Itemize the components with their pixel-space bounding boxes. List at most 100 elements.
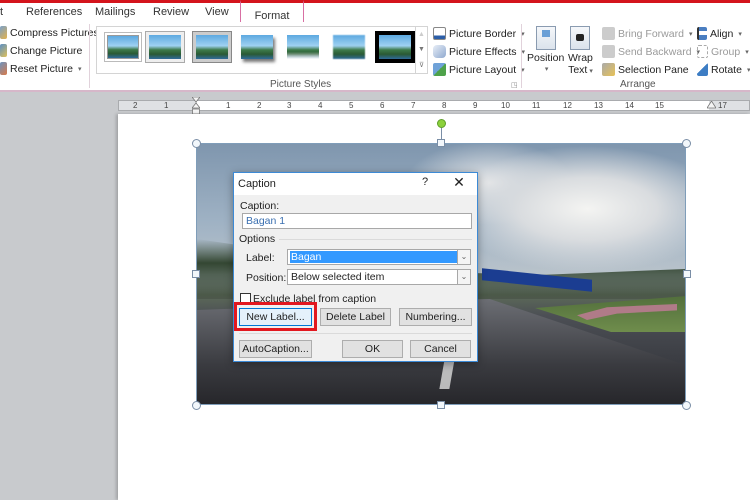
- ruler-number: 5: [349, 101, 354, 110]
- ruler-number: 13: [594, 101, 603, 110]
- reset-picture-button[interactable]: Reset Picture ▾: [0, 62, 82, 75]
- help-button[interactable]: ?: [418, 176, 432, 188]
- gallery-scroll-up-icon[interactable]: ▲: [418, 31, 425, 38]
- group-separator: [89, 24, 90, 88]
- ribbon: Compress Pictures Change Picture Reset P…: [0, 22, 750, 92]
- dropdown-arrow-icon: ▾: [738, 30, 742, 38]
- label-dropdown-arrow-icon[interactable]: ⌄: [457, 249, 471, 265]
- buttons-divider: [239, 333, 472, 334]
- ok-button[interactable]: OK: [342, 340, 403, 358]
- dropdown-arrow-icon: ▾: [589, 68, 593, 75]
- send-backward-button[interactable]: Send Backward ▾: [602, 45, 700, 58]
- dropdown-arrow-icon: ▾: [521, 48, 526, 56]
- ruler-number: 2: [133, 101, 138, 110]
- dropdown-arrow-icon: ▾: [745, 48, 749, 56]
- selection-pane-icon: [602, 63, 615, 76]
- resize-handle-right[interactable]: [683, 270, 691, 278]
- horizontal-ruler[interactable]: 2 1 1 2 3 4 5 6 7 8 9 10 11 12 13 14 15 …: [118, 100, 750, 111]
- resize-handle-bottom[interactable]: [437, 401, 445, 409]
- tab-mailings[interactable]: Mailings: [95, 6, 135, 18]
- resize-handle-top-left[interactable]: [192, 139, 201, 148]
- first-line-indent-marker[interactable]: [192, 97, 200, 115]
- tab-view[interactable]: View: [205, 6, 229, 18]
- right-indent-marker[interactable]: [707, 101, 716, 109]
- ruler-number: 1: [164, 101, 169, 110]
- tab-insert-partial[interactable]: t: [0, 6, 3, 18]
- picture-layout-icon: [433, 63, 446, 76]
- cancel-button[interactable]: Cancel: [410, 340, 471, 358]
- group-button[interactable]: Group ▾: [697, 45, 749, 58]
- gallery-scroll-down-icon[interactable]: ▼: [418, 46, 425, 53]
- picture-style-black-frame[interactable]: [379, 35, 411, 59]
- ruler-number: 14: [625, 101, 634, 110]
- ruler-left-margin: [119, 101, 197, 110]
- ruler-area: 2 1 1 2 3 4 5 6 7 8 9 10 11 12 13 14 15 …: [0, 94, 750, 114]
- label-field-label: Label:: [246, 252, 275, 264]
- picture-layout-button[interactable]: Picture Layout ▾: [433, 63, 525, 76]
- ruler-number: 2: [257, 101, 262, 110]
- dialog-titlebar[interactable]: Caption: [234, 173, 477, 195]
- dropdown-arrow-icon: ▾: [688, 30, 693, 38]
- rotation-handle[interactable]: [437, 119, 446, 128]
- change-picture-button[interactable]: Change Picture: [0, 44, 82, 57]
- position-select[interactable]: Below selected item: [287, 269, 458, 285]
- tab-review[interactable]: Review: [153, 6, 189, 18]
- ruler-number: 15: [655, 101, 664, 110]
- picture-style-reflected[interactable]: [287, 35, 319, 59]
- dropdown-arrow-icon: ▾: [544, 66, 549, 73]
- wrap-text-button[interactable]: Wrap Text ▾: [568, 26, 593, 78]
- numbering-button[interactable]: Numbering...: [399, 308, 472, 326]
- picture-style-drop-shadow[interactable]: [241, 35, 273, 59]
- picture-style-thick-matte[interactable]: [196, 35, 228, 59]
- ruler-number: 8: [442, 101, 447, 110]
- ruler-number: 3: [287, 101, 292, 110]
- label-select[interactable]: Bagan: [287, 249, 458, 265]
- rotate-icon: [697, 63, 708, 76]
- position-button[interactable]: Position ▾: [527, 26, 564, 76]
- selection-pane-button[interactable]: Selection Pane: [602, 63, 689, 76]
- ruler-number: 1: [226, 101, 231, 110]
- bring-forward-icon: [602, 27, 615, 40]
- delete-label-button[interactable]: Delete Label: [320, 308, 391, 326]
- picture-border-button[interactable]: Picture Border ▾: [433, 27, 525, 40]
- rotate-button[interactable]: Rotate ▾: [697, 63, 750, 76]
- picture-styles-group-label: Picture Styles: [270, 79, 332, 90]
- resize-handle-left[interactable]: [192, 270, 200, 278]
- send-backward-icon: [602, 45, 615, 58]
- picture-border-icon: [433, 27, 446, 40]
- reset-picture-icon: [0, 62, 7, 75]
- position-dropdown-arrow-icon[interactable]: ⌄: [457, 269, 471, 285]
- gallery-more-icon[interactable]: ⊽: [419, 61, 424, 69]
- picture-style-beveled[interactable]: [149, 35, 181, 59]
- ruler-number: 4: [318, 101, 323, 110]
- ruler-number: 6: [380, 101, 385, 110]
- options-label: Options: [239, 233, 276, 245]
- picture-style-soft-edge[interactable]: [333, 35, 365, 59]
- dialog-launcher-icon[interactable]: ◳: [511, 81, 518, 89]
- resize-handle-top[interactable]: [437, 139, 445, 147]
- picture-style-simple-frame[interactable]: [107, 35, 139, 59]
- close-button[interactable]: ✕: [450, 174, 468, 191]
- ribbon-tabs: t References Mailings Review View Format: [0, 0, 750, 25]
- ruler-number: 17: [718, 101, 727, 110]
- caption-input[interactable]: Bagan 1: [242, 213, 472, 229]
- resize-handle-bottom-right[interactable]: [682, 401, 691, 410]
- gallery-scrollbar[interactable]: ▲ ▼ ⊽: [416, 26, 428, 74]
- align-button[interactable]: Align ▾: [697, 27, 742, 40]
- arrange-group-label: Arrange: [620, 79, 656, 90]
- caption-label: Caption:: [240, 200, 280, 212]
- tab-references[interactable]: References: [26, 6, 82, 18]
- bring-forward-button[interactable]: Bring Forward ▾: [602, 27, 692, 40]
- new-label-highlight-annotation: [234, 302, 317, 331]
- position-field-label: Position:: [246, 272, 287, 284]
- compress-pictures-icon: [0, 26, 7, 39]
- resize-handle-bottom-left[interactable]: [192, 401, 201, 410]
- resize-handle-top-right[interactable]: [682, 139, 691, 148]
- group-icon: [697, 45, 708, 58]
- picture-effects-button[interactable]: Picture Effects ▾: [433, 45, 525, 58]
- group-separator: [521, 24, 522, 88]
- options-divider: [279, 239, 472, 240]
- compress-pictures-button[interactable]: Compress Pictures: [0, 26, 99, 39]
- autocaption-button[interactable]: AutoCaption...: [239, 340, 312, 358]
- align-icon: [697, 27, 707, 40]
